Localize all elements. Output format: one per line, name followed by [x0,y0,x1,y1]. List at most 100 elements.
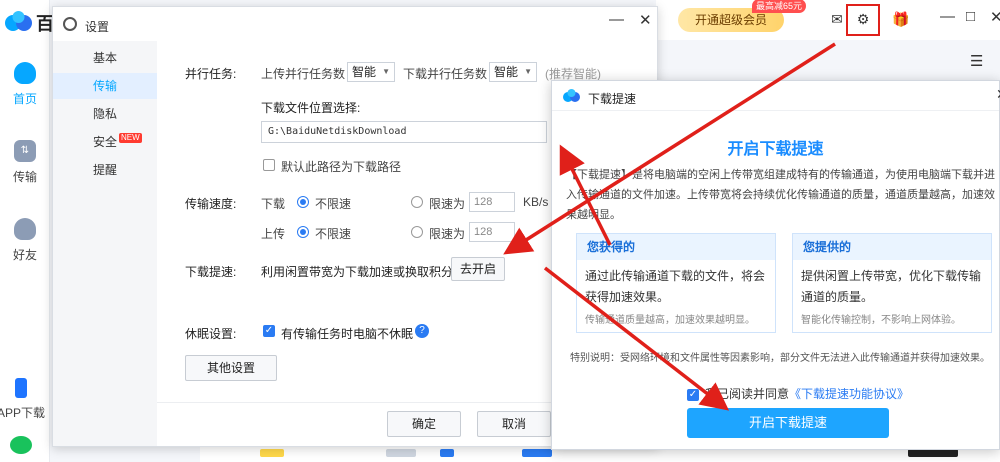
rail-item-transfer[interactable]: ⇅ 传输 [0,140,50,185]
nav-item-privacy[interactable]: 隐私 [53,101,157,127]
no-sleep-label: 有传输任务时电脑不休眠 [281,327,414,341]
settings-titlebar: 设置 — ✕ [53,7,657,41]
upload-limit-label: 限速为 [429,227,466,241]
screen: 百 首页 ⇅ 传输 好友 APP下载 开通超级会员 最高减65元 ✉ ⚙ 🎁 —… [0,0,1000,462]
special-note: 特别说明：受网络环境和文件属性等因素影响，部分文件无法进入此传输通道并获得加速效… [570,353,990,364]
upload-speed-label: 上传 [261,227,286,241]
rail-item-label: APP下载 [0,406,45,420]
enable-boost-button[interactable]: 去开启 [451,257,505,281]
speedup-heading: 开启下载提速 [727,141,824,158]
close-icon[interactable]: ✕ [990,8,1000,26]
dialog-title: 下载提速 [588,92,637,106]
upload-unlimited-radio[interactable] [297,226,309,238]
thumbnail [908,449,958,457]
maximize-icon[interactable]: □ [966,8,975,25]
enable-speedup-button[interactable]: 开启下载提速 [687,408,889,438]
download-limit-label: 限速为 [429,197,466,211]
nav-item-label: 隐私 [93,107,118,121]
upload-limit-radio[interactable] [411,226,423,238]
phone-icon [15,378,27,398]
rail-item-label: 好友 [12,248,37,262]
benefit-card-give: 您提供的 提供闲置上传带宽，优化下载传输通道的质量。 智能化传输控制，不影响上网… [792,233,992,333]
friends-icon [14,218,36,240]
agree-checkbox[interactable]: ✓ [687,388,699,401]
thumbnail [522,449,552,457]
vip-button-label: 开通超级会员 [694,13,767,27]
rail-item-label: 传输 [12,170,37,184]
card-subtext: 智能化传输控制，不影响上网体验。 [801,315,961,326]
netdisk-logo [563,89,580,102]
rail-item-home[interactable]: 首页 [0,62,50,107]
card-title: 您获得的 [577,234,775,260]
agreement-row: ✓ 我已阅读并同意《下载提速功能协议》 [687,385,909,402]
download-limit-unit: KB/s [523,195,549,209]
new-badge: NEW [119,133,142,143]
parallel-label: 并行任务: [185,67,237,81]
mail-icon[interactable]: ✉ [828,10,846,28]
download-limit-radio[interactable] [411,196,423,208]
help-icon[interactable]: ? [415,324,429,338]
nav-item-transfer[interactable]: 传输 [53,73,157,99]
upload-limit-input[interactable]: 128 [469,222,515,242]
gift-icon[interactable]: 🎁 [892,10,910,28]
thumbnail [260,449,284,457]
download-speed-label: 下载 [261,197,286,211]
card-body: 提供闲置上传带宽，优化下载传输通道的质量。 [801,269,982,304]
download-limit-input[interactable]: 128 [469,192,515,212]
rail-item-app-download[interactable]: APP下载 [0,378,46,421]
nav-item-label: 安全 [93,135,118,149]
download-parallel-label: 下载并行任务数 [403,67,488,81]
card-title: 您提供的 [793,234,991,260]
upload-parallel-select[interactable]: 智能 ▼ [347,62,395,82]
rail-item-label: 首页 [12,92,37,106]
download-path-field[interactable]: G:\BaiduNetdiskDownload [261,121,547,143]
thumbnail [440,449,454,457]
settings-nav: 基本 传输 隐私 安全 NEW 提醒 [53,41,157,446]
card-body: 通过此传输通道下载的文件，将会获得加速效果。 [585,269,766,304]
left-rail: 百 首页 ⇅ 传输 好友 APP下载 [0,0,54,462]
agree-text: 我已阅读并同意 [705,387,790,401]
thumbnail [386,449,416,457]
gear-icon[interactable]: ⚙ [854,10,872,28]
other-settings-button[interactable]: 其他设置 [185,355,277,381]
nav-item-basic[interactable]: 基本 [53,45,157,71]
location-label: 下载文件位置选择: [261,101,361,115]
upload-parallel-label: 上传并行任务数 [261,67,346,81]
cloud-icon [14,62,36,84]
boost-label: 下载提速: [185,265,237,279]
agreement-link[interactable]: 《下载提速功能协议》 [789,387,909,401]
window-title: 设置 [85,20,110,34]
default-path-label: 默认此路径为下载路径 [281,160,402,174]
close-icon[interactable]: ✕ [996,86,1000,103]
nav-item-reminder[interactable]: 提醒 [53,157,157,183]
chevron-down-icon: ▼ [382,67,390,76]
select-value: 智能 [494,65,519,79]
download-unlimited-label: 不限速 [315,197,352,211]
transfer-icon: ⇅ [14,140,36,162]
boost-text: 利用闲置带宽为下载加速或换取积分 [261,265,454,279]
sleep-label: 休眠设置: [185,327,237,341]
speedup-dialog: 下载提速 ✕ 开启下载提速 【下载提速】是将电脑端的空闲上传带宽组建成特有的传输… [551,80,1000,450]
minimize-icon[interactable]: — [609,11,624,28]
top-bar: 开通超级会员 最高减65元 ✉ ⚙ 🎁 — □ ✕ [656,0,1000,40]
chevron-down-icon: ▼ [524,67,532,76]
speed-label: 传输速度: [185,197,237,211]
chat-icon[interactable] [10,436,32,454]
close-icon[interactable]: ✕ [639,11,652,29]
benefit-card-gain: 您获得的 通过此传输通道下载的文件，将会获得加速效果。 传输通道质量越高，加速效… [576,233,776,333]
nav-item-label: 基本 [93,51,118,65]
rail-item-friends[interactable]: 好友 [0,218,50,263]
gear-icon [63,17,77,31]
minimize-icon[interactable]: — [940,8,955,25]
select-value: 智能 [352,65,377,79]
download-parallel-select[interactable]: 智能 ▼ [489,62,537,82]
cancel-button[interactable]: 取消 [477,411,551,437]
netdisk-logo [5,11,32,31]
nav-item-security[interactable]: 安全 NEW [53,129,157,155]
default-path-checkbox[interactable] [263,159,275,171]
list-view-icon[interactable]: ☰ [970,52,983,70]
download-unlimited-radio[interactable] [297,196,309,208]
card-subtext: 传输通道质量越高，加速效果越明显。 [585,315,755,326]
no-sleep-checkbox[interactable]: ✓ [263,325,275,337]
ok-button[interactable]: 确定 [387,411,461,437]
